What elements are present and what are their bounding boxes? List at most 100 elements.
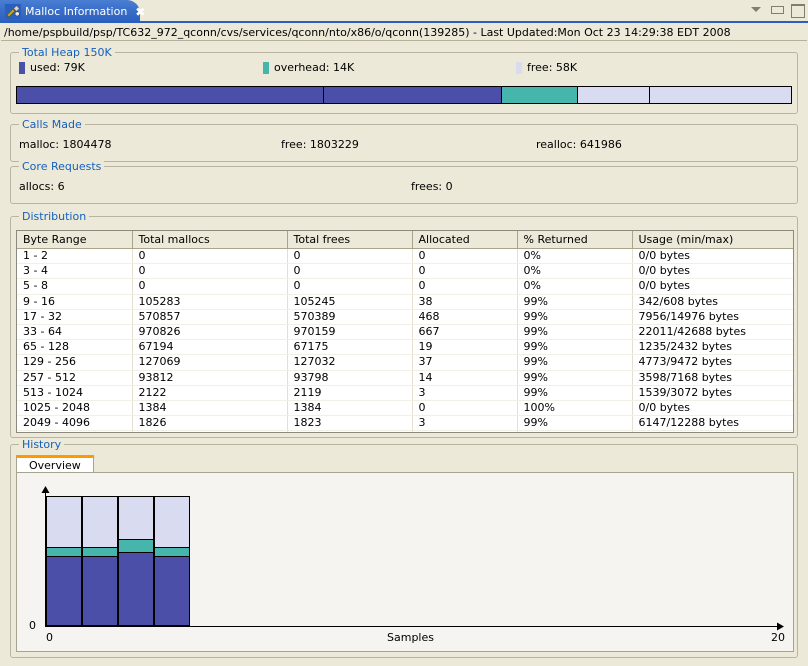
table-cell: 99% — [517, 370, 632, 385]
table-cell: 4773/9472 bytes — [632, 355, 793, 370]
table-cell: 0% — [517, 249, 632, 264]
calls-free-value: free: 1803229 — [281, 138, 359, 151]
maximize-icon[interactable] — [791, 3, 804, 16]
x-axis-label: Samples — [387, 631, 434, 644]
table-cell: 1235/2432 bytes — [632, 340, 793, 355]
table-row[interactable]: 129 - 2561270691270323799%4773/9472 byte… — [17, 355, 793, 370]
table-cell: 5 - 8 — [17, 279, 132, 294]
heap-usage-bar — [16, 86, 792, 104]
table-cell: 570389 — [287, 309, 412, 324]
table-cell: 65 - 128 — [17, 340, 132, 355]
table-cell: 1 - 2 — [17, 249, 132, 264]
chart-bar-stack — [46, 496, 82, 626]
table-cell: 0 — [412, 279, 517, 294]
x-axis-tick-0: 0 — [46, 631, 53, 644]
legend-item-used: used: 79K — [19, 61, 85, 74]
minimize-icon[interactable] — [771, 3, 784, 16]
chevron-down-icon[interactable] — [751, 3, 764, 16]
table-row[interactable]: 1 - 20000%0/0 bytes — [17, 249, 793, 264]
heap-segment-free-a — [577, 87, 649, 103]
column-header-allocated[interactable]: Allocated — [412, 231, 517, 249]
total-heap-title: Total Heap 150K — [19, 46, 115, 59]
table-cell: 1823 — [287, 416, 412, 431]
tab-overview-label: Overview — [29, 459, 81, 472]
table-cell: 0/0 bytes — [632, 264, 793, 279]
chart-bar-segment-overhead — [46, 547, 82, 556]
table-row[interactable]: 513 - 102421222119399%1539/3072 bytes — [17, 385, 793, 400]
table-cell: 0/0 bytes — [632, 279, 793, 294]
table-cell: 4097 - 4294967295 — [17, 431, 132, 433]
close-icon[interactable]: ✖ — [135, 6, 145, 18]
chart-bar-segment-used — [118, 552, 154, 626]
chart-bar-segment-free — [46, 496, 82, 547]
table-cell: 93812 — [132, 370, 287, 385]
table-cell: 105245 — [287, 294, 412, 309]
table-cell: 2122 — [132, 385, 287, 400]
history-chart-panel[interactable]: 00Samples20 — [16, 472, 794, 652]
heap-segment-free-b — [649, 87, 791, 103]
total-heap-group: Total Heap 150K used: 79K overhead: 14K … — [10, 52, 798, 114]
table-cell: 0% — [517, 264, 632, 279]
column-header-total-mallocs[interactable]: Total mallocs — [132, 231, 287, 249]
table-cell: 99% — [517, 325, 632, 340]
table-cell: 667 — [412, 325, 517, 340]
table-cell: 17 - 32 — [17, 309, 132, 324]
legend-item-free: free: 58K — [516, 61, 577, 74]
table-cell: 33 - 64 — [17, 325, 132, 340]
chart-bar-segment-free — [82, 496, 118, 547]
column-header-total-frees[interactable]: Total frees — [287, 231, 412, 249]
calls-realloc-value: realloc: 641986 — [536, 138, 622, 151]
table-row[interactable]: 33 - 6497082697015966799%22011/42688 byt… — [17, 325, 793, 340]
table-cell: 1769 — [287, 431, 412, 433]
column-header-byte-range[interactable]: Byte Range — [17, 231, 132, 249]
column-header-returned[interactable]: % Returned — [517, 231, 632, 249]
column-header-usage-min-max[interactable]: Usage (min/max) — [632, 231, 793, 249]
table-cell: 93798 — [287, 370, 412, 385]
table-row[interactable]: 257 - 51293812937981499%3598/7168 bytes — [17, 370, 793, 385]
table-row[interactable]: 9 - 161052831052453899%342/608 bytes — [17, 294, 793, 309]
table-row[interactable]: 3 - 40000%0/0 bytes — [17, 264, 793, 279]
legend-swatch-free — [516, 62, 522, 74]
tab-title: Malloc Information — [25, 5, 127, 18]
chart-bar-stack — [82, 496, 118, 626]
table-cell: 99% — [517, 416, 632, 431]
table-cell: 127069 — [132, 355, 287, 370]
table-row[interactable]: 4097 - 4294967295176917690100%0/0 bytes — [17, 431, 793, 433]
table-cell: 0 — [412, 401, 517, 416]
tab-overview[interactable]: Overview — [16, 455, 94, 473]
chart-bar-segment-overhead — [118, 539, 154, 552]
table-cell: 100% — [517, 401, 632, 416]
table-row[interactable]: 2049 - 409618261823399%6147/12288 bytes — [17, 416, 793, 431]
legend-label-overhead: overhead: 14K — [274, 61, 354, 74]
table-row[interactable]: 17 - 3257085757038946899%7956/14976 byte… — [17, 309, 793, 324]
table-cell: 0/0 bytes — [632, 431, 793, 433]
tab-malloc-information[interactable]: Malloc Information ✖ — [0, 0, 140, 23]
calls-made-group: Calls Made malloc: 1804478 free: 1803229… — [10, 124, 798, 162]
table-cell: 129 - 256 — [17, 355, 132, 370]
table-row[interactable]: 1025 - 2048138413840100%0/0 bytes — [17, 401, 793, 416]
y-axis-arrow — [42, 486, 50, 493]
view-titlebar: Malloc Information ✖ — [0, 0, 808, 23]
history-chart: 00Samples20 — [17, 473, 793, 651]
chart-bar-segment-overhead — [154, 547, 190, 556]
legend-label-free: free: 58K — [527, 61, 577, 74]
table-cell: 1539/3072 bytes — [632, 385, 793, 400]
table-cell: 0/0 bytes — [632, 401, 793, 416]
table-cell: 0 — [287, 264, 412, 279]
heap-segment-used-a — [17, 87, 323, 103]
table-cell: 0 — [132, 264, 287, 279]
legend-swatch-used — [19, 62, 25, 74]
core-frees-value: frees: 0 — [411, 180, 453, 193]
table-cell: 0 — [412, 249, 517, 264]
table-header-row: Byte RangeTotal mallocsTotal freesAlloca… — [17, 231, 793, 249]
table-cell: 22011/42688 bytes — [632, 325, 793, 340]
table-cell: 0 — [287, 279, 412, 294]
tab-underline — [0, 21, 808, 23]
history-title: History — [19, 438, 64, 451]
table-row[interactable]: 5 - 80000%0/0 bytes — [17, 279, 793, 294]
table-cell: 9 - 16 — [17, 294, 132, 309]
table-cell: 19 — [412, 340, 517, 355]
table-cell: 3 — [412, 385, 517, 400]
table-row[interactable]: 65 - 12867194671751999%1235/2432 bytes — [17, 340, 793, 355]
distribution-table-wrapper[interactable]: Byte RangeTotal mallocsTotal freesAlloca… — [16, 230, 794, 433]
